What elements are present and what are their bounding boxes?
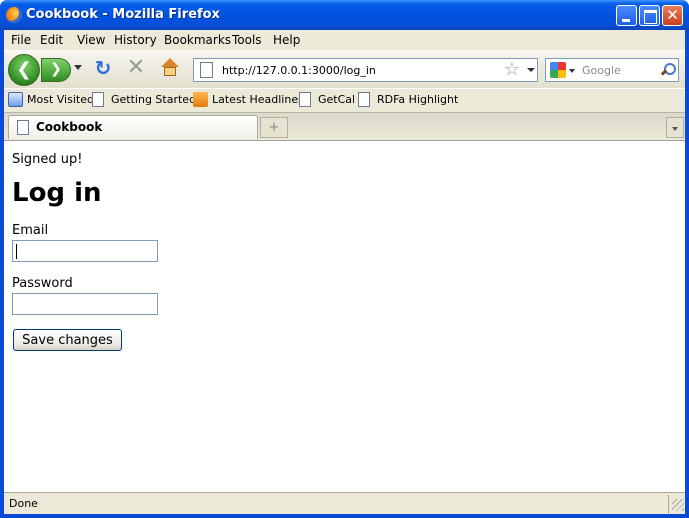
bookmark-latest-headlines[interactable]: Latest Headlines xyxy=(193,92,304,108)
page-title: Log in xyxy=(12,178,102,208)
history-dropdown-icon[interactable] xyxy=(74,65,82,70)
navigation-toolbar: ❮ ❯ ↻ ✕ http://127.0.0.1:3000/log_in ☆ xyxy=(4,50,685,88)
menu-help[interactable]: Help xyxy=(273,33,300,47)
page-icon xyxy=(17,120,29,135)
save-changes-button[interactable]: Save changes xyxy=(13,329,122,351)
back-button[interactable]: ❮ xyxy=(8,54,40,86)
rss-icon xyxy=(193,92,208,107)
home-icon[interactable] xyxy=(160,58,180,78)
password-label: Password xyxy=(12,276,73,291)
bookmark-star-icon[interactable]: ☆ xyxy=(502,60,522,80)
search-input[interactable] xyxy=(582,62,654,78)
status-text: Done xyxy=(9,497,38,510)
bookmark-getting-started[interactable]: Getting Started xyxy=(92,92,196,108)
bookmark-label: RDFa Highlight xyxy=(377,93,459,106)
search-box xyxy=(545,58,679,82)
page-icon xyxy=(358,92,370,107)
search-engine-icon[interactable] xyxy=(550,62,566,78)
tab-cookbook[interactable]: Cookbook xyxy=(8,115,258,139)
new-tab-button[interactable]: + xyxy=(260,117,288,138)
email-field[interactable] xyxy=(12,240,158,262)
plus-icon: + xyxy=(268,120,280,135)
window-title: Cookbook - Mozilla Firefox xyxy=(26,7,220,22)
page-icon xyxy=(299,92,311,107)
bookmark-label: Latest Headlines xyxy=(212,93,304,106)
browser-chrome: File Edit View History Bookmarks Tools H… xyxy=(4,30,685,140)
bookmark-label: Most Visited xyxy=(27,93,94,106)
search-engine-dropdown-icon[interactable] xyxy=(569,69,575,73)
title-bar: Cookbook - Mozilla Firefox ✕ xyxy=(0,0,689,30)
resize-grip-icon[interactable] xyxy=(672,499,684,511)
smart-folder-icon xyxy=(8,92,23,107)
status-bar: Done xyxy=(4,492,685,514)
bookmark-getcal[interactable]: GetCal xyxy=(299,92,355,108)
stop-icon[interactable]: ✕ xyxy=(126,57,146,79)
maximize-button[interactable] xyxy=(639,5,660,26)
close-button[interactable]: ✕ xyxy=(662,5,683,26)
flash-notice: Signed up! xyxy=(12,152,83,167)
bookmark-label: Getting Started xyxy=(111,93,197,106)
url-text[interactable]: http://127.0.0.1:3000/log_in xyxy=(222,64,376,77)
menu-bar: File Edit View History Bookmarks Tools H… xyxy=(4,30,685,50)
bookmark-rdfa-highlight[interactable]: RDFa Highlight xyxy=(358,92,458,108)
tab-bar: Cookbook + xyxy=(4,112,685,140)
firefox-icon xyxy=(6,7,22,23)
text-caret xyxy=(16,244,17,259)
bookmark-label: GetCal xyxy=(318,93,356,106)
minimize-button[interactable] xyxy=(616,5,637,26)
menu-bookmarks[interactable]: Bookmarks xyxy=(164,33,231,47)
menu-tools[interactable]: Tools xyxy=(232,33,262,47)
tab-label: Cookbook xyxy=(36,120,103,134)
menu-history[interactable]: History xyxy=(114,33,157,47)
bookmark-most-visited[interactable]: Most Visited xyxy=(8,92,94,108)
reload-icon[interactable]: ↻ xyxy=(93,58,113,78)
page-content: Signed up! Log in Email Password Save ch… xyxy=(4,140,685,492)
menu-file[interactable]: File xyxy=(11,33,31,47)
menu-view[interactable]: View xyxy=(77,33,105,47)
close-icon: ✕ xyxy=(666,6,679,24)
forward-arrow-icon: ❯ xyxy=(50,61,62,77)
password-field[interactable] xyxy=(12,293,158,315)
back-arrow-icon: ❮ xyxy=(16,59,32,80)
url-history-dropdown-icon[interactable] xyxy=(527,68,535,72)
menu-edit[interactable]: Edit xyxy=(40,33,63,47)
site-identity-icon[interactable] xyxy=(200,62,213,78)
bookmarks-toolbar: Most Visited Getting Started Latest Head… xyxy=(4,88,685,110)
browser-window: Cookbook - Mozilla Firefox ✕ File Edit V… xyxy=(0,0,689,518)
page-icon xyxy=(92,92,104,107)
back-forward-group: ❮ ❯ xyxy=(8,54,84,86)
search-icon[interactable] xyxy=(660,62,676,78)
url-bar[interactable]: http://127.0.0.1:3000/log_in ☆ xyxy=(193,58,538,82)
email-label: Email xyxy=(12,223,49,238)
forward-button[interactable]: ❯ xyxy=(41,58,71,82)
status-divider xyxy=(668,495,669,513)
tab-list-button[interactable] xyxy=(666,117,684,138)
